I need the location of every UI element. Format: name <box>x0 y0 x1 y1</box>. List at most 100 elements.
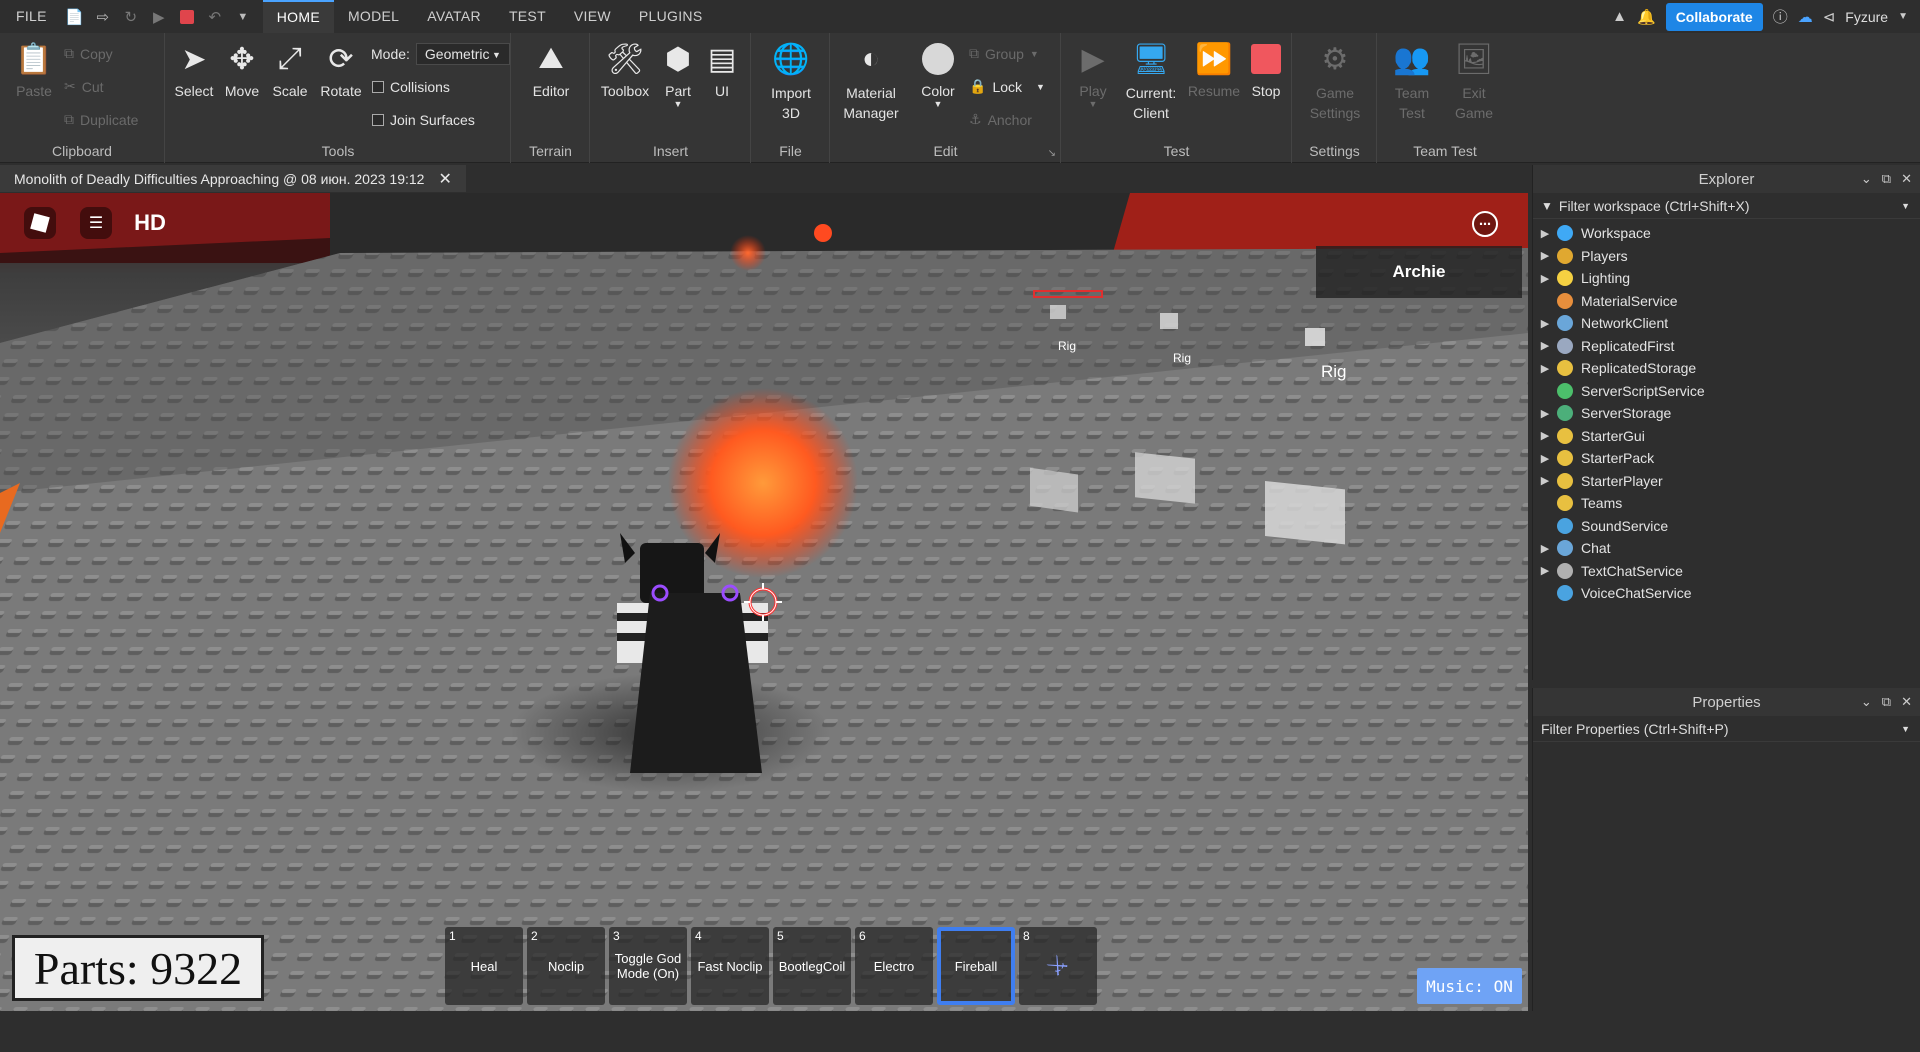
properties-filter-input[interactable]: Filter Properties (Ctrl+Shift+P) ▼ <box>1533 716 1920 742</box>
select-button[interactable]: ➤ Select <box>170 39 218 100</box>
team-test-button[interactable]: 👥 Team Test <box>1384 39 1440 123</box>
explorer-item-starterpack[interactable]: ▶ StarterPack <box>1533 447 1920 470</box>
game-viewport[interactable]: ☰ HD ⋯ Archie Rig Rig Rig Parts: 9322 1H… <box>0 193 1528 1011</box>
panel-menu-icon[interactable]: ⌄ <box>1861 694 1872 710</box>
toolbox-button[interactable]: 🛠 Toolbox <box>595 39 655 100</box>
play-quick-icon[interactable]: ▶ <box>148 0 170 33</box>
explorer-item-replicatedfirst[interactable]: ▶ ReplicatedFirst <box>1533 335 1920 358</box>
color-dropdown-icon[interactable]: ▼ <box>911 99 965 109</box>
expand-arrow-icon[interactable]: ▶ <box>1533 249 1557 262</box>
explorer-item-starterplayer[interactable]: ▶ StarterPlayer <box>1533 470 1920 493</box>
user-name[interactable]: Fyzure <box>1845 9 1888 25</box>
cloud-icon[interactable]: ☁ <box>1798 8 1813 26</box>
expand-arrow-icon[interactable]: ▶ <box>1533 452 1557 465</box>
copy-button[interactable]: ⧉ Copy <box>64 45 113 62</box>
hotbar-slot-fast-noclip[interactable]: 4 Fast Noclip <box>691 927 769 1005</box>
move-button[interactable]: ✥ Move <box>218 39 266 100</box>
notification-bell-icon[interactable]: 🔔 <box>1637 8 1656 26</box>
explorer-item-chat[interactable]: ▶ Chat <box>1533 537 1920 560</box>
collisions-toggle[interactable]: Collisions <box>372 79 450 95</box>
expand-arrow-icon[interactable]: ▶ <box>1533 542 1557 555</box>
cut-button[interactable]: ✂ Cut <box>64 78 104 95</box>
explorer-filter-input[interactable]: ▼ Filter workspace (Ctrl+Shift+X) ▼ <box>1533 193 1920 219</box>
hotbar-slot-fireball[interactable]: Fireball <box>937 927 1015 1005</box>
panel-undock-icon[interactable]: ⧉ <box>1882 694 1891 710</box>
join-surfaces-checkbox[interactable] <box>372 114 384 126</box>
panel-menu-icon[interactable]: ⌄ <box>1861 171 1872 187</box>
join-surfaces-toggle[interactable]: Join Surfaces <box>372 112 475 128</box>
explorer-item-teams[interactable]: Teams <box>1533 492 1920 515</box>
hotbar-slot-bootlegcoil[interactable]: 5 BootlegCoil <box>773 927 851 1005</box>
play-button[interactable]: ▶ Play ▼ <box>1068 39 1118 110</box>
hotbar-slot-god-mode[interactable]: 3 Toggle God Mode (On) <box>609 927 687 1005</box>
customize-quick-access-icon[interactable]: ▼ <box>232 0 254 33</box>
tab-home[interactable]: HOME <box>262 0 334 33</box>
ui-button[interactable]: ▤ UI <box>701 39 743 100</box>
anchor-button[interactable]: ⚓ Anchor <box>969 111 1032 128</box>
collaborate-button[interactable]: Collaborate <box>1665 2 1763 31</box>
part-dropdown-icon[interactable]: ▼ <box>657 99 699 109</box>
part-button[interactable]: ⬢ Part ▼ <box>657 39 699 110</box>
tab-model[interactable]: MODEL <box>334 0 413 33</box>
color-button[interactable]: Color ▼ <box>911 39 965 109</box>
explorer-item-serverscriptservice[interactable]: ServerScriptService <box>1533 380 1920 403</box>
collisions-checkbox[interactable] <box>372 81 384 93</box>
material-manager-button[interactable]: ◐ Material Manager <box>835 39 907 123</box>
rotate-button[interactable]: ⟳ Rotate <box>314 39 368 100</box>
expand-arrow-icon[interactable]: ▶ <box>1533 429 1557 442</box>
collapse-ribbon-icon[interactable]: ▲ <box>1612 8 1627 25</box>
redo-icon[interactable]: ↻ <box>120 0 142 33</box>
expand-arrow-icon[interactable]: ▶ <box>1533 227 1557 240</box>
explorer-item-materialservice[interactable]: MaterialService <box>1533 290 1920 313</box>
chat-toggle-icon[interactable]: ☰ <box>80 207 112 239</box>
hotbar-slot-8[interactable]: 8 ⚔ <box>1019 927 1097 1005</box>
edit-expand-icon[interactable]: ↘ <box>1048 148 1056 159</box>
close-tab-icon[interactable]: ✕ <box>438 169 451 189</box>
panel-close-icon[interactable]: ✕ <box>1901 694 1912 710</box>
terrain-editor-button[interactable]: ⛰ Editor <box>522 39 580 99</box>
tab-test[interactable]: TEST <box>495 0 560 33</box>
roblox-menu-icon[interactable] <box>24 207 56 239</box>
group-button[interactable]: ⧉ Group ▼ <box>969 45 1039 62</box>
lock-button[interactable]: 🔒 Lock ▼ <box>969 78 1045 95</box>
expand-arrow-icon[interactable]: ▶ <box>1533 362 1557 375</box>
current-client-button[interactable]: 🖥 Current: Client <box>1120 39 1182 123</box>
expand-arrow-icon[interactable]: ▶ <box>1533 272 1557 285</box>
expand-arrow-icon[interactable]: ▶ <box>1533 339 1557 352</box>
paste-button[interactable]: 📋 Paste <box>10 39 58 100</box>
tab-view[interactable]: VIEW <box>560 0 625 33</box>
explorer-item-serverstorage[interactable]: ▶ ServerStorage <box>1533 402 1920 425</box>
expand-arrow-icon[interactable]: ▶ <box>1533 564 1557 577</box>
stop-quick-icon[interactable] <box>176 0 198 33</box>
explorer-item-soundservice[interactable]: SoundService <box>1533 515 1920 538</box>
explorer-item-textchatservice[interactable]: ▶ TextChatService <box>1533 560 1920 583</box>
hotbar-slot-electro[interactable]: 6 Electro <box>855 927 933 1005</box>
duplicate-button[interactable]: ⧉ Duplicate <box>64 111 138 128</box>
music-toggle-button[interactable]: Music: ON <box>1417 968 1522 1004</box>
explorer-item-players[interactable]: ▶ Players <box>1533 245 1920 268</box>
player-list-entry[interactable]: Archie <box>1316 246 1522 298</box>
filter-dropdown-icon[interactable]: ▼ <box>1901 201 1910 211</box>
stop-button[interactable]: Stop <box>1242 39 1290 99</box>
hd-icon[interactable]: HD <box>134 207 166 239</box>
import-3d-button[interactable]: 🌐 Import 3D <box>762 39 820 123</box>
file-menu[interactable]: FILE <box>0 0 61 33</box>
panel-close-icon[interactable]: ✕ <box>1901 171 1912 187</box>
explorer-item-replicatedstorage[interactable]: ▶ ReplicatedStorage <box>1533 357 1920 380</box>
hotbar-slot-heal[interactable]: 1 Heal <box>445 927 523 1005</box>
explorer-item-workspace[interactable]: ▶ Workspace <box>1533 222 1920 245</box>
explorer-item-networkclient[interactable]: ▶ NetworkClient <box>1533 312 1920 335</box>
more-options-icon[interactable]: ⋯ <box>1472 211 1498 237</box>
expand-arrow-icon[interactable]: ▶ <box>1533 407 1557 420</box>
expand-arrow-icon[interactable]: ▶ <box>1533 317 1557 330</box>
publish-icon[interactable]: ⇨ <box>92 0 114 33</box>
panel-undock-icon[interactable]: ⧉ <box>1882 171 1891 187</box>
tab-plugins[interactable]: PLUGINS <box>625 0 717 33</box>
filter-dropdown-icon[interactable]: ▼ <box>1901 724 1910 734</box>
explorer-item-lighting[interactable]: ▶ Lighting <box>1533 267 1920 290</box>
help-icon[interactable]: ⓘ <box>1773 6 1788 27</box>
tab-avatar[interactable]: AVATAR <box>413 0 495 33</box>
hotbar-slot-noclip[interactable]: 2 Noclip <box>527 927 605 1005</box>
game-settings-button[interactable]: ⚙ Game Settings <box>1303 39 1367 123</box>
exit-game-button[interactable]: 🖼 Exit Game <box>1446 39 1502 123</box>
